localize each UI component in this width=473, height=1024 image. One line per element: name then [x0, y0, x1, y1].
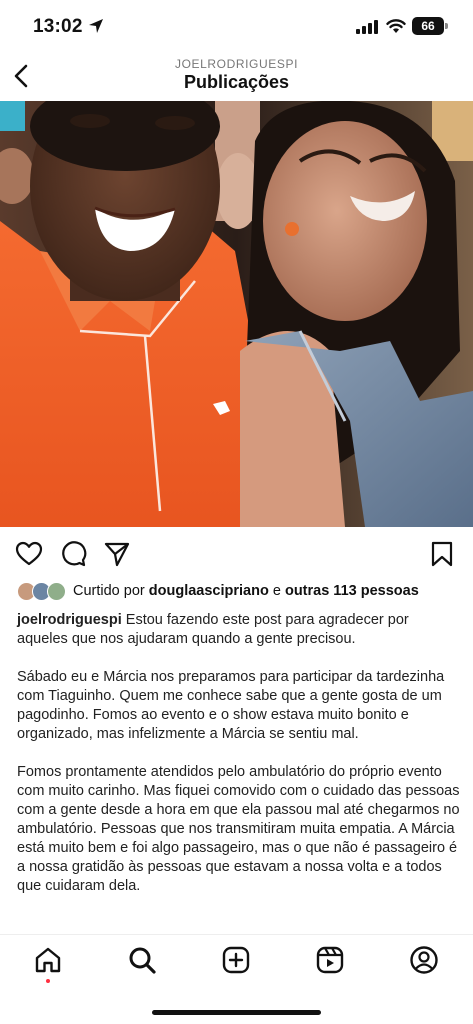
- wifi-icon: [386, 19, 406, 33]
- liked-by-user[interactable]: douglaascipriano: [149, 583, 269, 599]
- likes-text: Curtido por douglaascipriano e outras 11…: [73, 583, 419, 599]
- location-arrow-icon: [89, 19, 103, 33]
- home-indicator: [152, 1010, 321, 1015]
- heart-icon[interactable]: [15, 540, 43, 568]
- post-caption: joelrodriguespi Estou fazendo este post …: [17, 611, 462, 915]
- status-time: 13:02: [33, 16, 83, 37]
- home-icon[interactable]: [33, 945, 63, 975]
- post-actions: [0, 540, 473, 570]
- battery-cap: [445, 23, 448, 29]
- reels-icon[interactable]: [315, 945, 345, 975]
- notification-dot: [46, 979, 50, 983]
- search-icon[interactable]: [127, 945, 157, 975]
- send-icon[interactable]: [103, 540, 131, 568]
- avatar: [47, 582, 66, 601]
- status-bar: 13:02 66: [0, 0, 473, 54]
- comment-icon[interactable]: [59, 540, 87, 568]
- bookmark-icon[interactable]: [428, 540, 456, 568]
- liker-avatars: [17, 582, 69, 602]
- cellular-signal-icon: [356, 20, 378, 34]
- post-photo-image: [0, 101, 473, 527]
- post-photo[interactable]: [0, 101, 473, 527]
- header-username[interactable]: JOELRODRIGUESPI: [0, 57, 473, 71]
- caption-username[interactable]: joelrodriguespi: [17, 612, 122, 628]
- page-title: Publicações: [183, 72, 290, 92]
- liked-by-prefix: Curtido por: [73, 583, 145, 599]
- battery-indicator: 66: [412, 17, 444, 35]
- caption-paragraph: joelrodriguespi Estou fazendo este post …: [17, 611, 462, 649]
- likes-summary[interactable]: Curtido por douglaascipriano e outras 11…: [17, 582, 462, 602]
- caption-paragraph: Fomos prontamente atendidos pelo ambulat…: [17, 764, 460, 894]
- profile-icon[interactable]: [409, 945, 439, 975]
- caption-paragraph: Sábado eu e Márcia nos preparamos para p…: [17, 669, 445, 742]
- liked-by-others[interactable]: outras 113 pessoas: [285, 583, 419, 599]
- add-post-icon[interactable]: [221, 945, 251, 975]
- liked-by-connector: e: [272, 583, 281, 599]
- header: JOELRODRIGUESPI Publicações: [0, 54, 473, 100]
